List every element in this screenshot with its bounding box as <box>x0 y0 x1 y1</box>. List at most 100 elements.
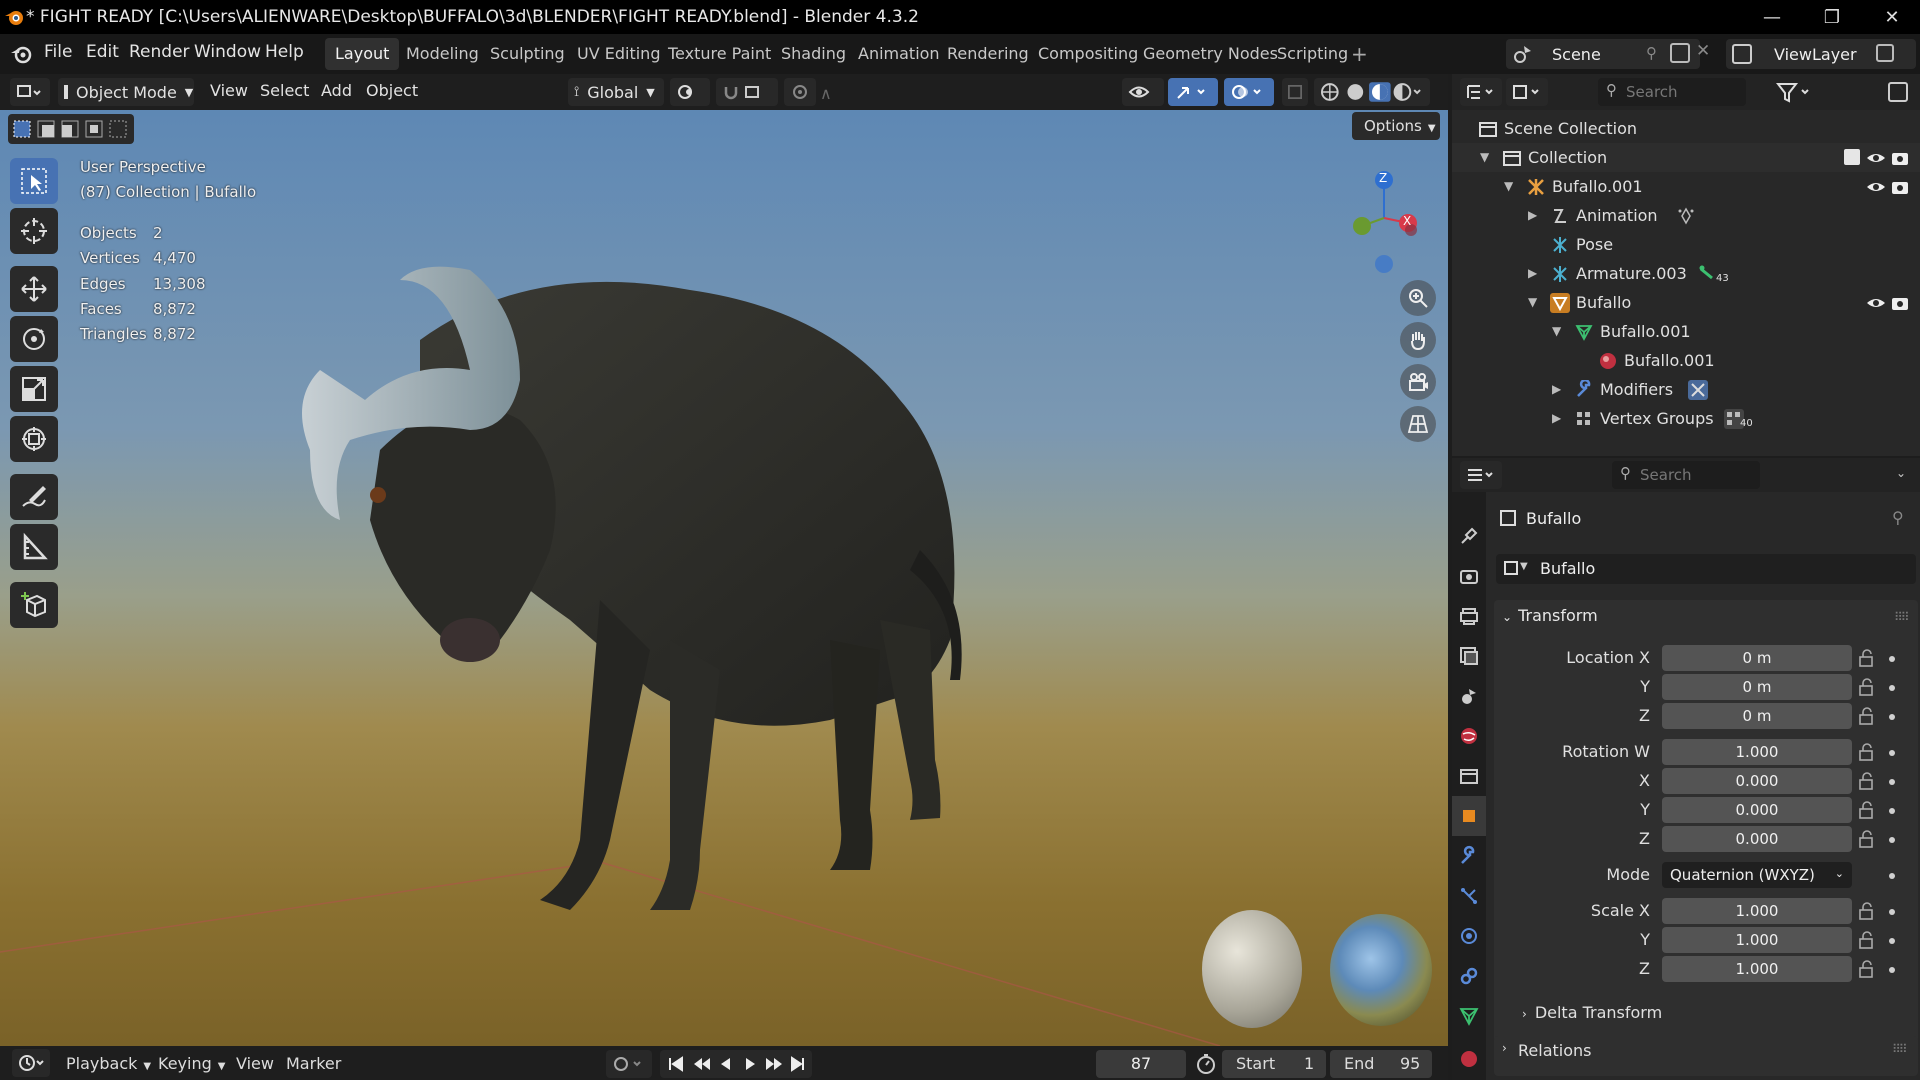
eye-icon[interactable] <box>1866 177 1886 197</box>
properties-editor-icon[interactable] <box>1460 461 1502 489</box>
chevron-down-icon[interactable]: ▼ <box>1504 179 1513 193</box>
lock-icon[interactable] <box>1858 960 1876 978</box>
rotation-w-field[interactable]: 1.000 <box>1662 739 1852 765</box>
add-cube-tool-icon[interactable] <box>10 582 58 628</box>
transform-tool-icon[interactable] <box>10 416 58 462</box>
lock-icon[interactable] <box>1858 931 1876 949</box>
transform-panel-header[interactable]: ⌄ Transform <box>1502 606 1598 625</box>
delete-scene-icon[interactable]: ✕ <box>1696 41 1710 61</box>
pin-icon[interactable]: ⚲ <box>1646 44 1657 62</box>
keyframe-dot[interactable] <box>1889 938 1895 944</box>
keyframe-dot[interactable] <box>1889 714 1895 720</box>
outliner-row-material[interactable]: Bufallo.001 <box>1452 346 1920 375</box>
stopwatch-icon[interactable] <box>1194 1052 1218 1076</box>
chevron-down-icon[interactable]: ⌄ <box>1896 466 1906 480</box>
tab-sculpting[interactable]: Sculpting <box>480 38 575 70</box>
camera-icon[interactable] <box>1890 293 1910 313</box>
annotate-tool-icon[interactable] <box>10 474 58 520</box>
lock-icon[interactable] <box>1858 830 1876 848</box>
output-tab-icon[interactable] <box>1452 596 1486 636</box>
restore-button[interactable]: ❐ <box>1802 0 1862 34</box>
tab-compositing[interactable]: Compositing <box>1028 38 1148 70</box>
menu-render[interactable]: Render <box>129 42 190 62</box>
menu-help[interactable]: Help <box>265 42 304 62</box>
outliner-row-pose[interactable]: Pose <box>1452 230 1920 259</box>
playback-controls[interactable] <box>660 1050 812 1078</box>
keyframe-dot[interactable] <box>1889 779 1895 785</box>
menu-select[interactable]: Select <box>260 81 309 100</box>
rotation-z-field[interactable]: 0.000 <box>1662 826 1852 852</box>
keyframe-dot[interactable] <box>1889 837 1895 843</box>
location-y-field[interactable]: 0 m <box>1662 674 1852 700</box>
new-scene-icon[interactable] <box>1670 43 1690 63</box>
tab-scripting[interactable]: Scripting <box>1267 38 1358 70</box>
overlays-icon[interactable] <box>1224 78 1274 106</box>
filter-icon[interactable] <box>1776 80 1816 104</box>
close-button[interactable]: ✕ <box>1862 0 1920 34</box>
chevron-right-icon[interactable]: ▶ <box>1552 382 1561 396</box>
tab-shading[interactable]: Shading <box>771 38 856 70</box>
properties-search[interactable]: ⚲ Search <box>1612 461 1760 489</box>
keyframe-dot[interactable] <box>1889 909 1895 915</box>
object-mode-dropdown[interactable]: Object Mode ▼ <box>58 78 194 106</box>
eye-icon[interactable] <box>1866 148 1886 168</box>
new-view-layer-icon[interactable] <box>1876 44 1894 62</box>
chevron-right-icon[interactable]: ▶ <box>1552 411 1561 425</box>
outliner-row-scene-collection[interactable]: Scene Collection <box>1452 114 1920 143</box>
lock-icon[interactable] <box>1858 902 1876 920</box>
camera-view-icon[interactable] <box>1400 364 1436 400</box>
chevron-down-icon[interactable]: ▼ <box>1552 324 1561 338</box>
blender-menu-icon[interactable] <box>10 43 34 65</box>
drag-handle-icon[interactable]: ⠿⠿ <box>1892 1042 1908 1056</box>
lock-icon[interactable] <box>1858 743 1876 761</box>
3d-viewport[interactable]: User Perspective (87) Collection | Bufal… <box>0 110 1448 1046</box>
snap-icon[interactable] <box>716 78 778 106</box>
measure-tool-icon[interactable] <box>10 524 58 570</box>
eye-icon[interactable] <box>1866 293 1886 313</box>
tool-tab-icon[interactable] <box>1452 516 1486 556</box>
select-tool-icon[interactable] <box>10 158 58 204</box>
tab-geometry-nodes[interactable]: Geometry Nodes <box>1133 38 1288 70</box>
scale-tool-icon[interactable] <box>10 366 58 412</box>
cursor-tool-icon[interactable] <box>10 208 58 254</box>
add-workspace-icon[interactable]: + <box>1351 42 1368 66</box>
menu-add[interactable]: Add <box>321 81 352 100</box>
object-datablock-field[interactable]: ▼ Bufallo <box>1496 554 1916 584</box>
outliner-row-vertex-groups[interactable]: ▶ Vertex Groups 40 <box>1452 404 1920 433</box>
menu-view[interactable]: View <box>210 81 248 100</box>
location-z-field[interactable]: 0 m <box>1662 703 1852 729</box>
buffalo-model[interactable] <box>270 220 1200 980</box>
keyframe-dot[interactable] <box>1889 685 1895 691</box>
display-mode-icon[interactable] <box>1506 78 1548 106</box>
chevron-right-icon[interactable]: ▶ <box>1528 266 1537 280</box>
material-tab-icon[interactable] <box>1452 1036 1486 1076</box>
camera-icon[interactable] <box>1890 177 1910 197</box>
rotation-y-field[interactable]: 0.000 <box>1662 797 1852 823</box>
menu-file[interactable]: File <box>44 42 72 62</box>
minimize-button[interactable]: — <box>1742 0 1802 34</box>
chevron-right-icon[interactable]: ▶ <box>1528 208 1537 222</box>
data-tab-icon[interactable] <box>1452 996 1486 1036</box>
tab-layout[interactable]: Layout <box>325 38 400 70</box>
tab-animation[interactable]: Animation <box>848 38 950 70</box>
editor-type-icon[interactable] <box>10 78 50 106</box>
lock-icon[interactable] <box>1858 772 1876 790</box>
move-tool-icon[interactable] <box>10 266 58 312</box>
pin-icon[interactable]: ⚲ <box>1892 508 1904 527</box>
outliner-row-collection[interactable]: ▼ Collection <box>1452 143 1920 172</box>
zoom-icon[interactable] <box>1400 280 1436 316</box>
keyframe-dot[interactable] <box>1889 808 1895 814</box>
checkbox-icon[interactable] <box>1844 149 1860 165</box>
pivot-point-icon[interactable] <box>670 78 710 106</box>
scale-y-field[interactable]: 1.000 <box>1662 927 1852 953</box>
keyframe-dot[interactable] <box>1889 967 1895 973</box>
options-dropdown[interactable]: Options ▼ <box>1352 112 1440 140</box>
menu-marker[interactable]: Marker <box>286 1054 341 1073</box>
view-layer-selector[interactable]: ViewLayer <box>1726 39 1916 69</box>
outliner-search[interactable]: ⚲ Search <box>1598 78 1746 106</box>
end-frame-field[interactable]: End 95 <box>1330 1050 1432 1078</box>
location-x-field[interactable]: 0 m <box>1662 645 1852 671</box>
menu-edit[interactable]: Edit <box>86 42 119 62</box>
tab-texture-paint[interactable]: Texture Paint <box>658 38 781 70</box>
tab-modeling[interactable]: Modeling <box>396 38 489 70</box>
